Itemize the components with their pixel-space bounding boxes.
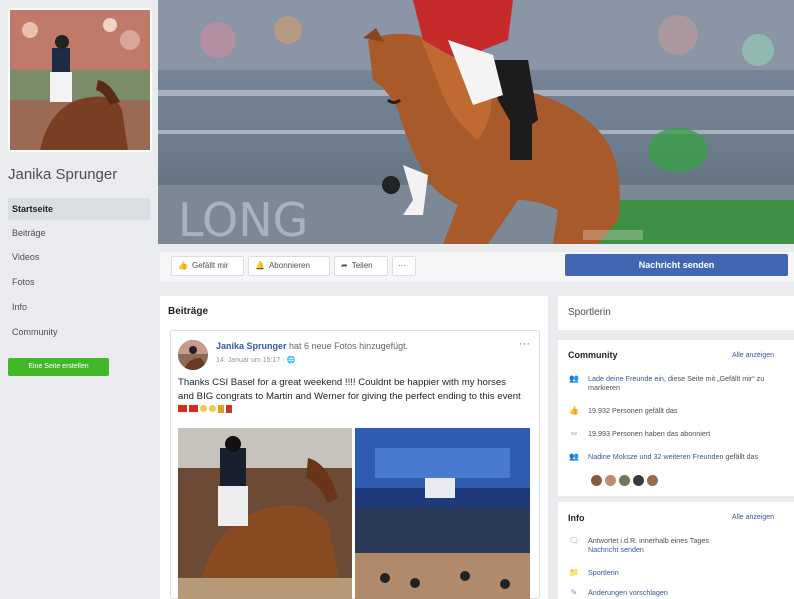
suggest-edits-link[interactable]: Änderungen vorschlagen: [588, 588, 668, 597]
friends-text: Nadine Moksze und 32 weiteren Freunden g…: [588, 452, 758, 461]
friends-link[interactable]: Nadine Moksze und 32 weiteren Freunden: [588, 452, 723, 461]
nav-item-info[interactable]: Info: [8, 296, 150, 318]
avatar[interactable]: [618, 474, 631, 487]
swiss-flag-icon: [178, 405, 187, 413]
people-icon: 👥: [569, 374, 579, 383]
community-invite-row: 👥 Lade deine Freunde ein, diese Seite mi…: [568, 374, 790, 392]
info-response-row: 🗨 Antwortet i.d.R. innerhalb eines Tages…: [568, 536, 790, 554]
nav-item-community[interactable]: Community: [8, 321, 150, 343]
invite-friends-link[interactable]: Lade deine Freunde ein,: [588, 374, 666, 383]
pencil-icon: ✎: [570, 588, 578, 597]
avatar[interactable]: [646, 474, 659, 487]
community-see-all-link[interactable]: Alle anzeigen: [732, 352, 774, 359]
nav-item-beitraege[interactable]: Beiträge: [8, 222, 150, 244]
more-options-button[interactable]: ···: [392, 256, 416, 276]
people-icon: 👥: [569, 452, 579, 461]
profile-picture[interactable]: [8, 8, 152, 152]
community-friends-row: 👥 Nadine Moksze und 32 weiteren Freunden…: [568, 452, 790, 461]
medal-icon: [218, 405, 224, 414]
avatar[interactable]: [632, 474, 645, 487]
share-icon: ➦: [341, 261, 348, 270]
more-label: ···: [398, 261, 406, 270]
community-likes-row: 👍 19.932 Personen gefällt das: [568, 406, 790, 415]
avatar[interactable]: [590, 474, 603, 487]
posts-heading: Beiträge: [168, 306, 209, 317]
rss-icon: ∾: [570, 429, 578, 438]
like-label: Gefällt mir: [191, 261, 229, 270]
post-meta: 14. Januar um 15:17 · 🌐: [216, 356, 295, 364]
subscribe-button[interactable]: 🔔 Abonnieren: [248, 256, 330, 276]
post-timestamp[interactable]: 14. Januar um 15:17 ·: [216, 357, 286, 364]
post-photo[interactable]: [355, 428, 530, 599]
clapping-icon: [209, 405, 216, 413]
page-category[interactable]: Sportlerin: [568, 307, 611, 318]
invite-text: Lade deine Freunde ein, diese Seite mit …: [588, 374, 790, 392]
post-body: Thanks CSI Basel for a great weekend !!!…: [178, 377, 521, 402]
friend-avatars: [590, 474, 659, 487]
post-text: Thanks CSI Basel for a great weekend !!!…: [178, 376, 523, 417]
friends-suffix: gefällt das: [725, 452, 759, 461]
info-heading: Info: [568, 513, 585, 523]
response-message-link[interactable]: Nachricht senden: [588, 545, 644, 554]
subscribe-label: Abonnieren: [268, 261, 310, 270]
post-options-button[interactable]: ···: [519, 338, 530, 350]
chat-icon: 🗨: [568, 536, 580, 545]
send-message-button[interactable]: Nachricht senden: [565, 254, 788, 276]
nav-item-startseite[interactable]: Startseite: [8, 198, 150, 220]
page-title: Janika Sprunger: [8, 166, 118, 183]
thumbs-up-icon: 👍: [569, 406, 579, 415]
subscribe-icon: 🔔: [255, 261, 265, 270]
post-emojis: [178, 405, 232, 414]
response-text: Antwortet i.d.R. innerhalb eines Tages N…: [588, 536, 709, 554]
share-button[interactable]: ➦ Teilen: [334, 256, 388, 276]
follows-count: 19.993 Personen haben das abonniert: [588, 429, 711, 438]
share-label: Teilen: [351, 261, 373, 270]
clapping-icon: [200, 405, 207, 413]
post-author-avatar[interactable]: [178, 340, 208, 370]
likes-count: 19.932 Personen gefällt das: [588, 406, 678, 415]
info-see-all-link[interactable]: Alle anzeigen: [732, 514, 774, 521]
community-follows-row: ∾ 19.993 Personen haben das abonniert: [568, 429, 790, 438]
info-category-link[interactable]: Sportlerin: [588, 568, 619, 577]
community-heading: Community: [568, 350, 618, 360]
swiss-flag-icon: [189, 405, 198, 413]
nav-item-videos[interactable]: Videos: [8, 246, 150, 268]
cover-photo[interactable]: LONG: [158, 0, 794, 244]
nav-item-fotos[interactable]: Fotos: [8, 271, 150, 293]
medal-icon: [226, 405, 232, 414]
thumbs-up-icon: 👍: [178, 261, 188, 270]
folder-icon: 📁: [569, 568, 579, 577]
post-header: Janika Sprunger hat 6 neue Fotos hinzuge…: [216, 341, 516, 351]
community-panel: [558, 340, 794, 496]
post-photo[interactable]: [178, 428, 352, 599]
info-category-row: 📁 Sportlerin: [568, 568, 790, 577]
create-page-button[interactable]: Eine Seite erstellen: [8, 358, 109, 376]
post-author-name[interactable]: Janika Sprunger: [216, 341, 287, 351]
like-page-button[interactable]: 👍 Gefällt mir: [171, 256, 244, 276]
post-action-text: hat 6 neue Fotos hinzugefügt.: [289, 341, 409, 351]
svg-text:LONG: LONG: [178, 193, 308, 244]
response-time: Antwortet i.d.R. innerhalb eines Tages: [588, 536, 709, 545]
info-suggest-row: ✎ Änderungen vorschlagen: [568, 588, 790, 597]
avatar[interactable]: [604, 474, 617, 487]
globe-icon: 🌐: [286, 357, 296, 364]
